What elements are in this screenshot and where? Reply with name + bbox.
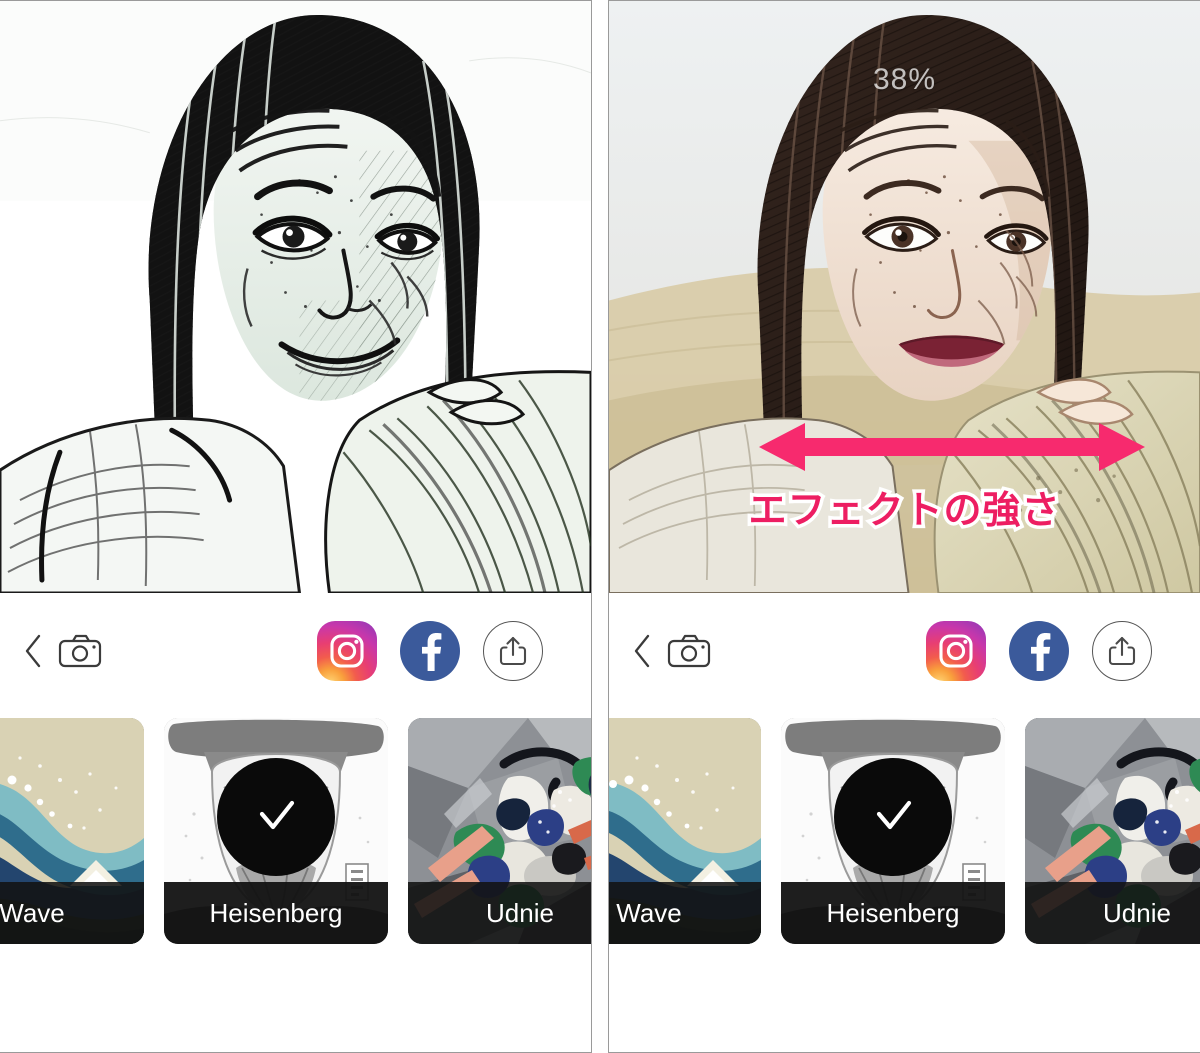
- chevron-left-icon: [25, 634, 41, 668]
- share-upload-icon: [1108, 636, 1136, 666]
- style-thumbnail-heisenberg[interactable]: Heisenberg: [781, 718, 1005, 944]
- style-thumbnail-label: Wave: [0, 882, 144, 944]
- camera-icon: [58, 634, 102, 668]
- style-thumbnail-wave[interactable]: Wave: [0, 718, 144, 944]
- style-thumbnail-udnie[interactable]: Udnie: [1025, 718, 1200, 944]
- style-thumbnail-label: Wave: [609, 882, 761, 944]
- dual-screenshot-comparison: Wave Heisenberg Udnie 38% エフェクトの強さ Wave …: [0, 0, 1200, 1053]
- style-thumbnail-wave[interactable]: Wave: [609, 718, 761, 944]
- share-toolbar-right: [609, 594, 1200, 708]
- style-thumbnail-label: Udnie: [408, 882, 591, 944]
- facebook-icon: [422, 633, 442, 671]
- style-thumbnail-strip-right[interactable]: Wave Heisenberg Udnie: [609, 708, 1200, 1052]
- check-icon: [259, 801, 295, 830]
- style-thumbnail-label: Heisenberg: [781, 882, 1005, 944]
- phone-screen-left: Wave Heisenberg Udnie: [0, 0, 592, 1053]
- share-button[interactable]: [483, 621, 543, 681]
- check-icon: [876, 801, 912, 830]
- instagram-icon: [330, 634, 364, 668]
- style-thumbnail-strip-left[interactable]: Wave Heisenberg Udnie: [0, 708, 591, 1052]
- back-button[interactable]: [22, 633, 44, 669]
- style-thumbnail-label: Udnie: [1025, 882, 1200, 944]
- selected-check-badge: [217, 758, 335, 877]
- style-thumbnail-heisenberg[interactable]: Heisenberg: [164, 718, 388, 944]
- selected-check-badge: [834, 758, 952, 877]
- instagram-share-button[interactable]: [317, 621, 377, 681]
- effect-strength-arrow-annotation: [759, 423, 1145, 471]
- facebook-icon: [1031, 633, 1051, 671]
- instagram-icon: [939, 634, 973, 668]
- share-toolbar-left: [0, 594, 591, 708]
- phone-screen-right: 38% エフェクトの強さ Wave Heisenberg Udnie: [608, 0, 1200, 1053]
- camera-icon: [667, 634, 711, 668]
- photo-canvas-right[interactable]: 38% エフェクトの強さ: [609, 1, 1200, 594]
- style-thumbnail-udnie[interactable]: Udnie: [408, 718, 591, 944]
- facebook-share-button[interactable]: [400, 621, 460, 681]
- share-upload-icon: [499, 636, 527, 666]
- styled-photo-left: [0, 1, 591, 593]
- instagram-share-button[interactable]: [926, 621, 986, 681]
- style-thumbnail-label: Heisenberg: [164, 882, 388, 944]
- effect-strength-annotation-label: エフェクトの強さ: [745, 485, 1063, 536]
- facebook-share-button[interactable]: [1009, 621, 1069, 681]
- photo-canvas-left[interactable]: [0, 1, 591, 594]
- share-button[interactable]: [1092, 621, 1152, 681]
- back-button[interactable]: [631, 633, 653, 669]
- panel-gap: [592, 0, 608, 1053]
- camera-button[interactable]: [58, 633, 102, 669]
- chevron-left-icon: [634, 634, 650, 668]
- camera-button[interactable]: [667, 633, 711, 669]
